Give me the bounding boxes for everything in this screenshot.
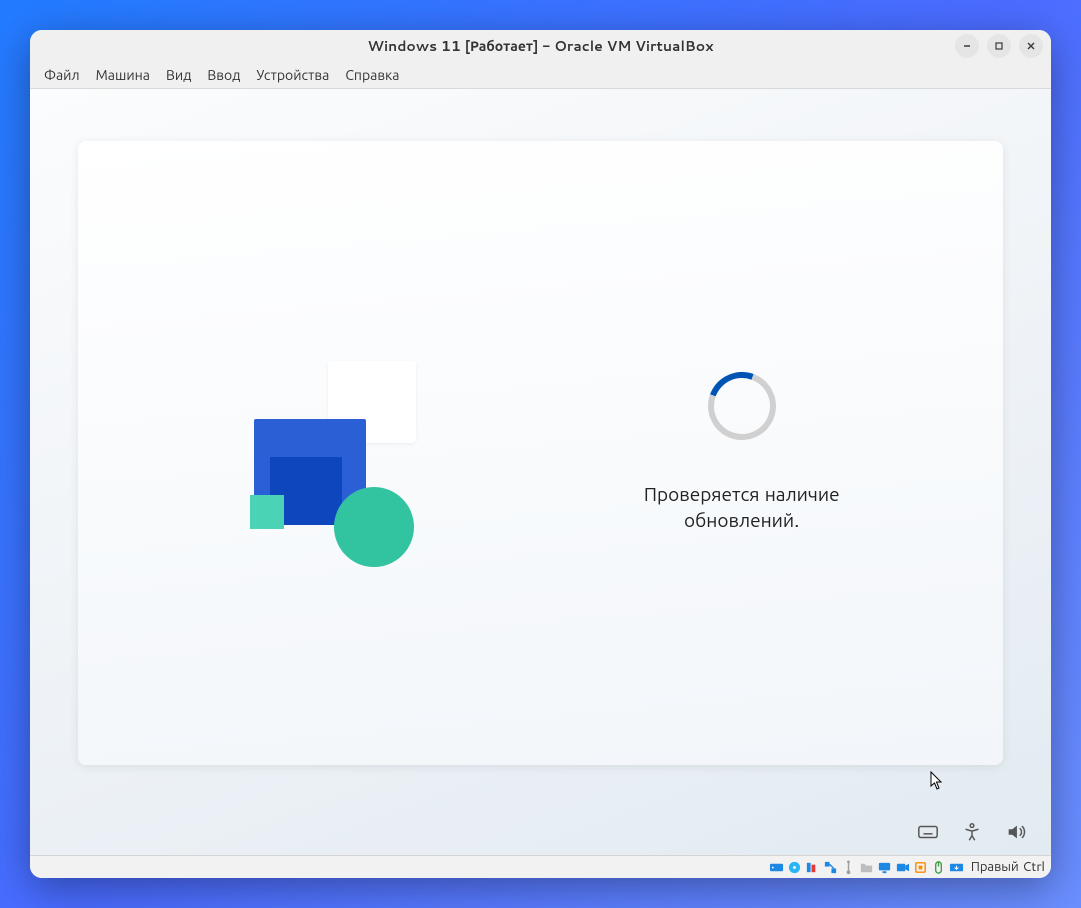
menu-machine[interactable]: Машина (90, 63, 156, 87)
oobe-status-text: Проверяется наличие обновлений. (644, 482, 840, 533)
oobe-status-line2: обновлений. (684, 507, 799, 534)
menubar: Файл Машина Вид Ввод Устройства Справка (30, 62, 1051, 89)
virtualbox-window: Windows 11 [Работает] - Oracle VM Virtua… (30, 30, 1051, 878)
menu-help[interactable]: Справка (339, 63, 405, 87)
cpu-icon[interactable] (913, 860, 928, 875)
oobe-card: Проверяется наличие обновлений. (78, 141, 1003, 765)
oobe-status-panel: Проверяется наличие обновлений. (481, 141, 1004, 765)
menu-devices[interactable]: Устройства (250, 63, 335, 87)
vbox-statusbar: Правый Ctrl (30, 855, 1051, 878)
optical-disc-icon[interactable] (787, 860, 802, 875)
oobe-graphic-panel (78, 141, 481, 765)
oobe-status-line1: Проверяется наличие (644, 481, 840, 508)
host-key-indicator[interactable]: Правый Ctrl (971, 858, 1045, 876)
loading-spinner-icon (697, 361, 787, 451)
keyboard-capture-icon[interactable] (949, 860, 964, 875)
menu-input[interactable]: Ввод (201, 63, 246, 87)
host-desktop-background: Windows 11 [Работает] - Oracle VM Virtua… (0, 0, 1081, 908)
menu-file[interactable]: Файл (38, 63, 86, 87)
accessibility-icon[interactable] (961, 821, 983, 843)
network-icon[interactable] (823, 860, 838, 875)
shared-folders-icon[interactable] (859, 860, 874, 875)
display-icon[interactable] (877, 860, 892, 875)
hard-disk-icon[interactable] (769, 860, 784, 875)
keyboard-icon[interactable] (917, 821, 939, 843)
guest-display[interactable]: Проверяется наличие обновлений. (30, 89, 1051, 855)
close-button[interactable] (1019, 34, 1043, 58)
audio-icon[interactable] (805, 860, 820, 875)
titlebar[interactable]: Windows 11 [Работает] - Oracle VM Virtua… (30, 30, 1051, 62)
window-controls (955, 34, 1043, 58)
minimize-button[interactable] (955, 34, 979, 58)
mouse-integration-icon[interactable] (931, 860, 946, 875)
maximize-button[interactable] (987, 34, 1011, 58)
usb-icon[interactable] (841, 860, 856, 875)
window-title: Windows 11 [Работает] - Oracle VM Virtua… (368, 36, 714, 56)
volume-icon[interactable] (1005, 821, 1027, 843)
recording-icon[interactable] (895, 860, 910, 875)
oobe-decorative-graphic (208, 361, 468, 581)
oobe-system-tray (917, 821, 1027, 843)
menu-view[interactable]: Вид (160, 63, 197, 87)
